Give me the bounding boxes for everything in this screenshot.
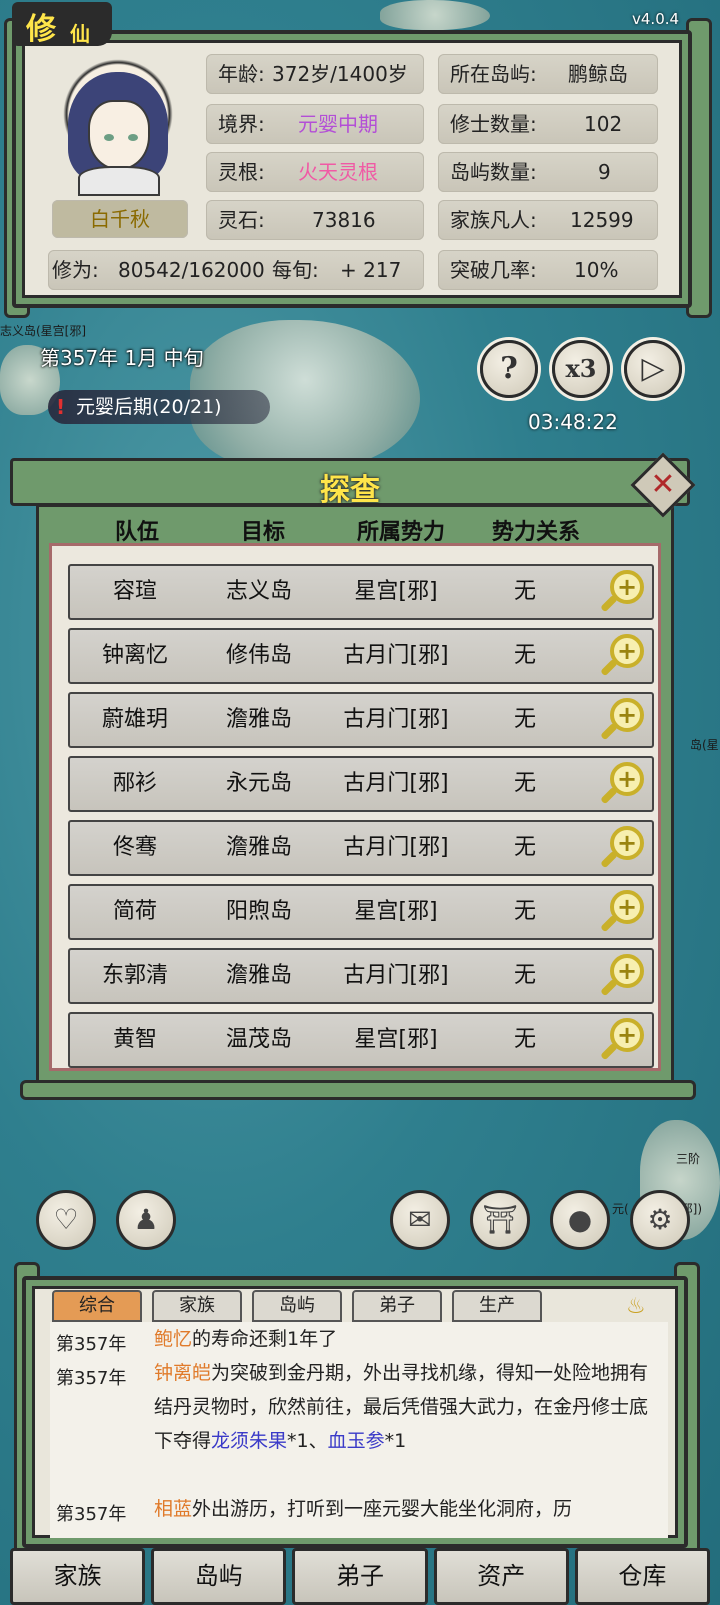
mail-button[interactable]: ✉ — [390, 1190, 450, 1250]
version-label: v4.0.4 — [632, 10, 680, 28]
log-tab-family[interactable]: 家族 — [152, 1290, 242, 1322]
cultivation-field: 修为: 80542/162000 每旬: + 217 — [48, 250, 424, 290]
island-count-field: 岛屿数量: 9 — [438, 152, 658, 192]
table-row[interactable]: 佟骞 澹雅岛 古月门[邪] 无 + — [68, 820, 654, 876]
horn-icon: ♡ — [53, 1203, 79, 1236]
col-faction: 所属势力 — [356, 520, 445, 545]
investigate-icon[interactable]: + — [600, 762, 644, 806]
speed-button[interactable]: x3 — [552, 340, 610, 398]
log-person-link[interactable]: 相蓝 — [154, 1498, 192, 1520]
nav-islands[interactable]: 岛屿 — [151, 1548, 287, 1605]
investigate-icon[interactable]: + — [600, 826, 644, 870]
log-entry: 相蓝外出游历，打听到一座元婴大能坐化洞府，历 — [154, 1498, 573, 1520]
investigate-icon[interactable]: + — [600, 1018, 644, 1062]
log-person-link[interactable]: 鲍忆 — [154, 1328, 192, 1350]
log-entry: 鲍忆的寿命还剩1年了 — [154, 1328, 338, 1350]
table-row[interactable]: 容瑄 志义岛 星宫[邪] 无 + — [68, 564, 654, 620]
breakthrough-rate-field: 突破几率: 10% — [438, 250, 658, 290]
table-row[interactable]: 蔚雄玥 澹雅岛 古月门[邪] 无 + — [68, 692, 654, 748]
current-island-field: 所在岛屿: 鹏鲸岛 — [438, 54, 658, 94]
gate-icon: ⛩ — [482, 1203, 518, 1236]
investigate-icon[interactable]: + — [600, 570, 644, 614]
table-row[interactable]: 简荷 阳煦岛 星宫[邪] 无 + — [68, 884, 654, 940]
log-person-link[interactable]: 钟离皑 — [154, 1362, 211, 1384]
realm-field: 境界: 元婴中期 — [206, 104, 424, 144]
horn-button[interactable]: ♡ — [36, 1190, 96, 1250]
spirit-root-field: 灵根: 火天灵根 — [206, 152, 424, 192]
map-label-right[interactable]: 岛(星 — [690, 736, 719, 753]
log-tab-production[interactable]: 生产 — [452, 1290, 542, 1322]
nav-warehouse[interactable]: 仓库 — [574, 1548, 711, 1605]
scroll-rod-bottom — [20, 1080, 696, 1100]
investigate-icon[interactable]: + — [600, 954, 644, 998]
alert-icon: ! — [56, 395, 66, 419]
question-icon: ? — [500, 351, 518, 386]
log-year: 第357年 — [56, 1334, 127, 1355]
nav-assets[interactable]: 资产 — [433, 1548, 569, 1605]
log-tab-disciples[interactable]: 弟子 — [352, 1290, 442, 1322]
gear-icon: ⚙ — [647, 1203, 673, 1236]
table-row[interactable]: 黄智 温茂岛 星宫[邪] 无 + — [68, 1012, 654, 1068]
nav-family[interactable]: 家族 — [10, 1548, 146, 1605]
game-logo: 修 仙 — [12, 2, 112, 47]
figure-button[interactable]: ♟ — [116, 1190, 176, 1250]
log-body: 第357年 鲍忆的寿命还剩1年了 第357年 钟离皑为突破到金丹期，外出寻找机缘… — [50, 1322, 668, 1538]
log-year: 第357年 — [56, 1504, 127, 1525]
col-target: 目标 — [240, 520, 285, 545]
realm-goal-tag[interactable]: ! 元婴后期(20/21) — [48, 390, 270, 424]
table-row[interactable]: 钟离忆 修伟岛 古月门[邪] 无 + — [68, 628, 654, 684]
close-icon: ✕ — [650, 467, 676, 502]
col-team: 队伍 — [114, 520, 159, 545]
map-label-right-tier: 三阶 — [676, 1152, 701, 1166]
investigate-title: 探查 — [320, 473, 380, 508]
map-island-top — [380, 0, 490, 30]
log-item-link[interactable]: 龙须朱果 — [211, 1430, 287, 1452]
help-button[interactable]: ? — [480, 340, 538, 398]
location-icon: ● — [567, 1203, 593, 1236]
investigate-icon[interactable]: + — [600, 698, 644, 742]
cultivator-count-field: 修士数量: 102 — [438, 104, 658, 144]
play-button[interactable]: ▷ — [624, 340, 682, 398]
play-icon: ▷ — [641, 351, 665, 386]
log-year: 第357年 — [56, 1368, 127, 1389]
timer: 03:48:22 — [528, 410, 618, 434]
map-label-right-island[interactable]: 元( — [612, 1200, 629, 1217]
table-row[interactable]: 东郭清 澹雅岛 古月门[邪] 无 + — [68, 948, 654, 1004]
log-tab-general[interactable]: 综合 — [52, 1290, 142, 1322]
mortal-count-field: 家族凡人: 12599 — [438, 200, 658, 240]
map-label-zhiyi[interactable]: 志义岛(星宫[邪] — [0, 322, 86, 339]
lantern-icon[interactable]: ♨ — [626, 1294, 646, 1319]
log-item-link[interactable]: 血玉参 — [328, 1430, 385, 1452]
investigate-title-bar: 探查 — [10, 458, 690, 508]
nav-disciples[interactable]: 弟子 — [292, 1548, 428, 1605]
investigate-icon[interactable]: + — [600, 634, 644, 678]
figure-icon: ♟ — [133, 1203, 159, 1236]
game-date: 第357年 1月 中旬 — [40, 346, 204, 370]
log-entry: 钟离皑为突破到金丹期，外出寻找机缘，得知一处险地拥有结丹灵物时，欣然前往，最后凭… — [154, 1362, 649, 1452]
character-avatar[interactable] — [48, 58, 188, 198]
table-row[interactable]: 邴衫 永元岛 古月门[邪] 无 + — [68, 756, 654, 812]
settings-button[interactable]: ⚙ — [630, 1190, 690, 1250]
investigate-icon[interactable]: + — [600, 890, 644, 934]
spirit-stones-field: 灵石: 73816 — [206, 200, 424, 240]
log-tab-islands[interactable]: 岛屿 — [252, 1290, 342, 1322]
bottom-nav: 家族 岛屿 弟子 资产 仓库 — [10, 1548, 711, 1605]
age-field: 年龄: 372岁/1400岁 — [206, 54, 424, 94]
col-relation: 势力关系 — [491, 520, 580, 545]
gate-button[interactable]: ⛩ — [470, 1190, 530, 1250]
character-name[interactable]: 白千秋 — [52, 200, 188, 238]
mail-icon: ✉ — [408, 1203, 432, 1236]
location-button[interactable]: ● — [550, 1190, 610, 1250]
